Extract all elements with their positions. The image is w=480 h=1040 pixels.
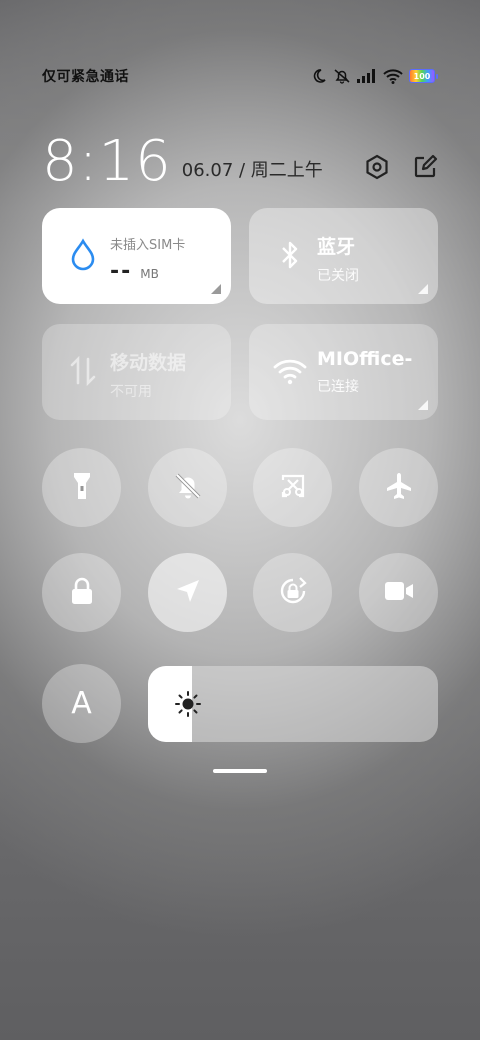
wifi-tile[interactable]: MIOffice- 已连接: [249, 324, 438, 420]
bluetooth-status: 已关闭: [317, 268, 359, 284]
expand-corner-icon: [211, 284, 221, 294]
status-icons: 100: [311, 68, 438, 84]
screen-record-toggle[interactable]: [359, 553, 438, 632]
location-toggle[interactable]: [148, 553, 227, 632]
mobile-data-icon: [66, 354, 100, 388]
data-usage-unit: MB: [140, 267, 159, 281]
mute-bell-icon: [172, 470, 204, 506]
rotation-lock-icon: [276, 574, 310, 612]
expand-corner-icon: [418, 284, 428, 294]
edit-icon[interactable]: [412, 154, 438, 180]
expand-corner-icon: [418, 400, 428, 410]
clock-time[interactable]: 8:16: [42, 134, 172, 190]
flashlight-icon: [68, 470, 96, 506]
airplane-icon: [383, 470, 415, 506]
auto-text-toggle[interactable]: A: [42, 664, 121, 743]
screenshot-toggle[interactable]: [253, 448, 332, 527]
flashlight-toggle[interactable]: [42, 448, 121, 527]
bluetooth-tile[interactable]: 蓝牙 已关闭: [249, 208, 438, 304]
rotation-lock-toggle[interactable]: [253, 553, 332, 632]
mute-toggle[interactable]: [148, 448, 227, 527]
clock-date[interactable]: 06.07 / 周二上午: [182, 156, 323, 182]
mobile-data-status: 不可用: [110, 384, 152, 400]
wifi-icon: [273, 354, 307, 388]
battery-level: 100: [409, 69, 435, 83]
wifi-title: MIOffice-: [317, 348, 413, 370]
brightness-slider[interactable]: [148, 666, 438, 742]
mobile-data-title: 移动数据: [110, 352, 187, 374]
video-icon: [383, 579, 415, 607]
bluetooth-title: 蓝牙: [317, 236, 356, 258]
sim-status: 未插入SIM卡: [110, 238, 186, 253]
airplane-toggle[interactable]: [359, 448, 438, 527]
panel-handle[interactable]: [213, 769, 267, 773]
screenshot-icon: [277, 470, 309, 506]
mute-icon: [333, 68, 351, 84]
location-icon: [174, 577, 202, 609]
lock-screen-toggle[interactable]: [42, 553, 121, 632]
bluetooth-icon: [273, 238, 307, 272]
signal-icon: [357, 69, 377, 83]
lock-icon: [68, 576, 96, 610]
carrier-label: 仅可紧急通话: [42, 69, 129, 85]
settings-icon[interactable]: [364, 154, 390, 180]
mobile-data-tile[interactable]: 移动数据 不可用: [42, 324, 231, 420]
data-usage-value: --: [110, 259, 133, 283]
clock-row: 8:16 06.07 / 周二上午: [42, 120, 438, 190]
font-a-icon: A: [71, 686, 92, 721]
battery-icon: 100: [409, 69, 438, 83]
sun-icon: [174, 690, 202, 722]
data-usage-tile[interactable]: 未插入SIM卡 -- MB: [42, 208, 231, 304]
status-bar: 仅可紧急通话 100: [42, 64, 438, 88]
wifi-status: 已连接: [317, 379, 359, 395]
wifi-icon: [383, 68, 403, 84]
water-drop-icon: [66, 238, 100, 272]
moon-icon: [311, 68, 327, 84]
